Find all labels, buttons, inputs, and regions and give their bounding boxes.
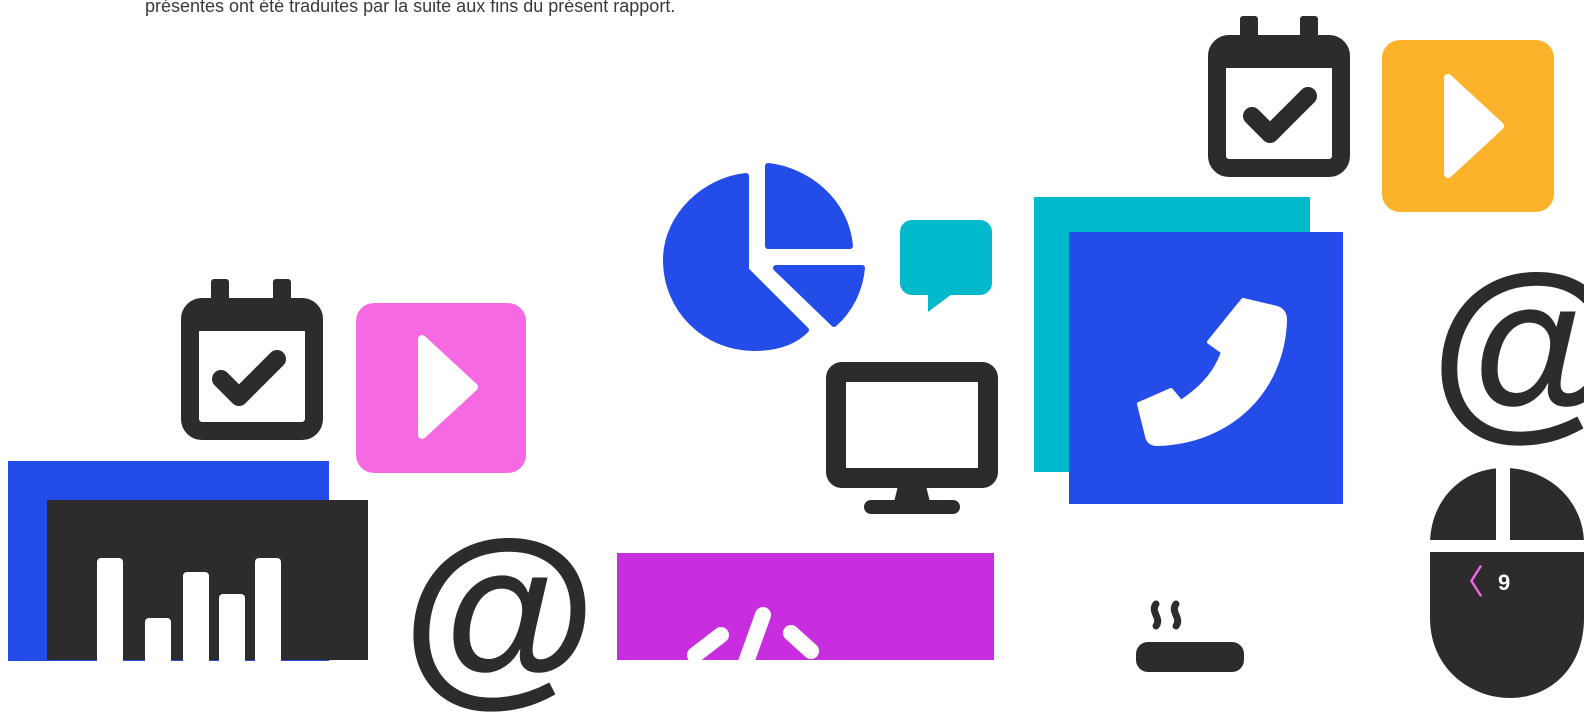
calendar-check-icon: [181, 279, 323, 440]
pie-chart-icon: [663, 163, 865, 351]
speech-bubble-icon: [900, 220, 992, 312]
code-icon: [687, 607, 819, 673]
bar-chart-icon: [97, 558, 281, 678]
play-icon: [1444, 74, 1504, 178]
at-sign-icon: @: [402, 500, 598, 723]
page-number: 9: [1498, 570, 1511, 595]
pagination: 〈 9: [1450, 561, 1510, 605]
previous-page-button[interactable]: 〈: [1450, 566, 1484, 600]
play-icon: [418, 335, 478, 439]
at-sign-icon: @: [1430, 246, 1584, 446]
phone-icon: [1137, 298, 1287, 446]
code-tile: [617, 553, 994, 673]
intro-text: présentes ont été traduites par la suite…: [145, 0, 676, 16]
play-button-tile: [356, 303, 526, 473]
play-button-tile: [1382, 40, 1554, 212]
calendar-check-icon: [1208, 16, 1350, 177]
monitor-icon: [826, 362, 998, 514]
coffee-cup-icon: [1136, 600, 1244, 672]
phone-tile: [1069, 232, 1343, 504]
bar-chart-tile: [47, 500, 368, 678]
